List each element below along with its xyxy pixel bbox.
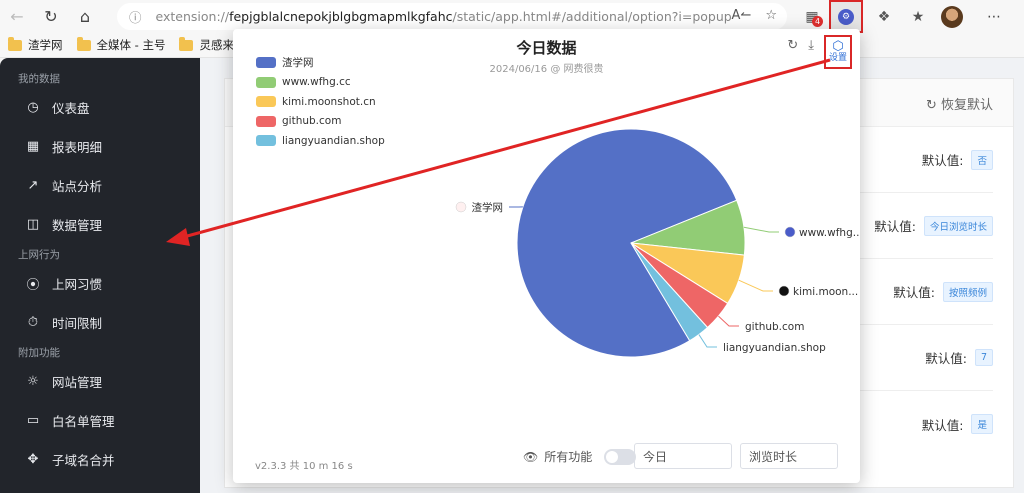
sidebar-item-time-limit[interactable]: ⏱ 时间限制: [0, 303, 200, 342]
address-bar[interactable]: ⓘ extension://fepjgblalcnepokjblgbgmapml…: [117, 3, 787, 30]
extension-badge: 4: [812, 16, 823, 27]
url-path: /static/app.html#/additional/option?i=po…: [452, 9, 732, 24]
option-row: 默认值: 否: [843, 127, 993, 193]
default-tag: 是: [971, 414, 993, 434]
site-favicon-icon: [455, 201, 467, 213]
pie-label-line: [743, 226, 779, 233]
profile-avatar[interactable]: [935, 0, 969, 33]
globe-icon: ☼: [27, 374, 39, 389]
sidebar-item-analysis[interactable]: ↗ 站点分析: [0, 166, 200, 205]
url-host: fepjgblalcnepokjblgbgmapmlkgfahc: [229, 9, 453, 24]
site-favicon-icon: [784, 226, 796, 238]
favorite-star-icon[interactable]: ☆: [765, 8, 777, 23]
sidebar-item-dashboard[interactable]: ◷ 仪表盘: [0, 88, 200, 127]
version-text: v2.3.3 共 10 m 16 s: [255, 461, 353, 472]
info-icon[interactable]: ⓘ: [129, 7, 142, 26]
chart-line-icon: ↗: [27, 178, 39, 193]
pie-data-label: kimi.moon...: [793, 286, 858, 298]
more-menu-icon[interactable]: ⋯: [977, 0, 1011, 33]
database-icon: ◫: [26, 217, 40, 232]
folder-icon: [76, 36, 91, 51]
refresh-icon: ↻: [925, 98, 937, 113]
dashboard-icon: ◷: [27, 100, 39, 115]
pie-data-label: www.wfhg...: [799, 227, 860, 239]
option-row: 默认值: 是: [843, 391, 993, 457]
eye-icon: 👁: [523, 449, 539, 464]
date-select[interactable]: 今日: [634, 443, 732, 469]
sidebar-item-data-management[interactable]: ◫ 数据管理: [0, 205, 200, 244]
home-icon[interactable]: ⌂: [68, 0, 102, 33]
option-row: 默认值: 7: [843, 325, 993, 391]
pie-data-label: liangyuandian.shop: [723, 342, 826, 354]
timer-extension-icon: ⚙: [838, 8, 854, 25]
sidebar-item-habits[interactable]: ⦿ 上网习惯: [0, 264, 200, 303]
read-aloud-icon[interactable]: A↼: [732, 8, 752, 23]
sidebar-section-title: 上网行为: [18, 248, 60, 261]
sidebar-item-site-management[interactable]: ☼ 网站管理: [0, 362, 200, 401]
option-row: 默认值: 按照频例: [843, 259, 993, 325]
sidebar-section-title: 附加功能: [18, 346, 60, 359]
bookmark-item[interactable]: 渣学网: [8, 36, 63, 53]
reload-icon[interactable]: ↻: [34, 0, 68, 33]
all-features-toggle[interactable]: [604, 448, 637, 465]
option-row: 默认值: 今日浏览时长: [843, 193, 993, 259]
default-tag: 否: [971, 149, 993, 170]
pie-label-line: [698, 334, 717, 348]
folder-icon: [8, 36, 22, 51]
whitelist-icon: ▭: [26, 413, 40, 428]
restore-default-button[interactable]: ↻ 恢复默认: [926, 94, 993, 113]
pie-label-line: [738, 279, 773, 292]
pie-label-line: [718, 315, 739, 327]
aperture-icon: ⦿: [26, 278, 40, 293]
url-scheme: extension://: [155, 9, 230, 24]
type-select[interactable]: 浏览时长: [740, 443, 838, 469]
sidebar-item-whitelist[interactable]: ▭ 白名单管理: [0, 401, 200, 440]
table-icon: ▦: [26, 139, 40, 154]
popup-window: 今日数据 2024/06/16 @ 网费很贵 ↻ ⤓ ⬡ 设置 渣学网 www.w…: [233, 29, 860, 483]
site-favicon-icon: [778, 285, 790, 297]
all-features-toggle-group: 👁 所有功能: [523, 448, 637, 465]
sidebar-section-title: 我的数据: [18, 72, 60, 85]
bookmark-item[interactable]: 全媒体 - 主号: [76, 36, 165, 53]
default-tag: 今日浏览时长: [923, 215, 993, 236]
stopwatch-icon: ⏱: [27, 315, 39, 330]
merge-icon: ✥: [27, 452, 39, 467]
pie-data-label: 渣学网: [472, 201, 504, 214]
default-tag: 按照频例: [942, 281, 993, 302]
favorites-icon[interactable]: ★: [901, 0, 935, 33]
sidebar: 我的数据 ◷ 仪表盘 ▦ 报表明细 ↗ 站点分析 ◫ 数据管理 上网行为 ⦿ 上网习惯 ⏱…: [0, 58, 200, 493]
pie-data-label: github.com: [745, 321, 804, 333]
sidebar-item-report[interactable]: ▦ 报表明细: [0, 127, 200, 166]
extensions-puzzle-icon[interactable]: ❖: [867, 0, 901, 33]
pie-chart: 渣学网 www.wfhg... kimi.moon... github.com lian…: [455, 128, 860, 358]
sidebar-item-merge[interactable]: ✥ 子域名合并: [0, 440, 200, 479]
back-arrow-icon[interactable]: ←: [0, 0, 34, 33]
default-tag: 7: [974, 349, 993, 366]
folder-icon: [179, 36, 194, 51]
